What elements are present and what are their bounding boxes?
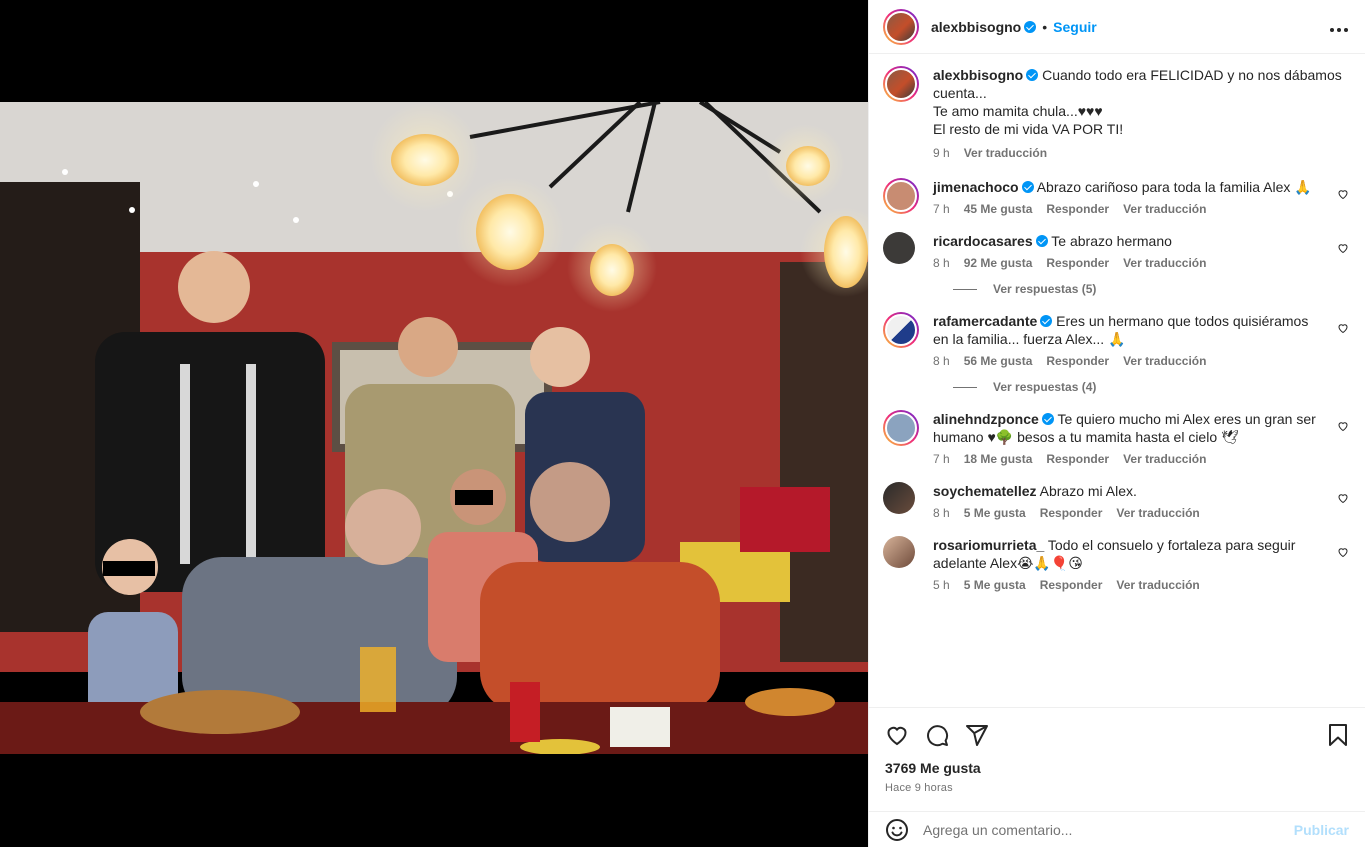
comment-time[interactable]: 8 h xyxy=(933,254,950,272)
reply-button[interactable]: Responder xyxy=(1046,450,1109,468)
commenter-avatar[interactable] xyxy=(883,482,915,514)
comment-time[interactable]: 8 h xyxy=(933,352,950,370)
commenter-avatar[interactable] xyxy=(883,232,915,264)
emoji-icon[interactable] xyxy=(885,818,909,842)
commenter-avatar[interactable] xyxy=(883,536,915,568)
publish-button[interactable]: Publicar xyxy=(1294,822,1349,838)
caption-line: Te amo mamita chula...♥♥♥ xyxy=(933,103,1103,119)
reply-button[interactable]: Responder xyxy=(1046,254,1109,272)
like-comment-heart-icon[interactable] xyxy=(1337,322,1349,334)
comments-list[interactable]: alexbbisogno Cuando todo era FELICIDAD y… xyxy=(869,54,1365,707)
translate-link[interactable]: Ver traducción xyxy=(1116,504,1199,522)
caption-author-avatar[interactable] xyxy=(883,66,919,102)
replies-divider xyxy=(953,288,977,290)
view-replies-button[interactable]: Ver respuestas (4) xyxy=(953,380,1349,394)
likes-count[interactable]: 3769 Me gusta xyxy=(885,760,1349,776)
like-comment-heart-icon[interactable] xyxy=(1337,242,1349,254)
comment-time[interactable]: 7 h xyxy=(933,450,950,468)
follow-button[interactable]: Seguir xyxy=(1053,19,1097,35)
post-photo[interactable] xyxy=(0,102,868,754)
family-photo-illustration xyxy=(0,102,868,754)
add-comment-bar: Publicar xyxy=(869,811,1365,847)
caption-translate-link[interactable]: Ver traducción xyxy=(964,144,1047,162)
media-pane xyxy=(0,0,868,847)
verified-badge-icon xyxy=(1041,413,1054,425)
commenter-username[interactable]: jimenachoco xyxy=(933,179,1019,195)
comment-item: rosariomurrieta_ Todo el consuelo y fort… xyxy=(883,536,1349,594)
comment-time[interactable]: 5 h xyxy=(933,576,950,594)
send-icon[interactable] xyxy=(965,723,989,747)
like-comment-heart-icon[interactable] xyxy=(1337,546,1349,558)
reply-button[interactable]: Responder xyxy=(1046,352,1109,370)
commenter-username[interactable]: ricardocasares xyxy=(933,233,1033,249)
view-replies-label[interactable]: Ver respuestas (5) xyxy=(993,282,1096,296)
translate-link[interactable]: Ver traducción xyxy=(1123,450,1206,468)
comment-icon[interactable] xyxy=(925,723,949,747)
verified-badge-icon xyxy=(1026,69,1039,81)
more-options-icon[interactable] xyxy=(1329,17,1349,37)
like-comment-heart-icon[interactable] xyxy=(1337,188,1349,200)
post-actions: 3769 Me gusta Hace 9 horas xyxy=(869,707,1365,794)
translate-link[interactable]: Ver traducción xyxy=(1123,352,1206,370)
author-username[interactable]: alexbbisogno xyxy=(931,19,1021,35)
reply-button[interactable]: Responder xyxy=(1046,200,1109,218)
commenter-username[interactable]: alinehndzponce xyxy=(933,411,1039,427)
comment-time[interactable]: 7 h xyxy=(933,200,950,218)
comment-item: alinehndzponce Te quiero mucho mi Alex e… xyxy=(883,410,1349,468)
caption-time[interactable]: 9 h xyxy=(933,144,950,162)
verified-badge-icon xyxy=(1035,235,1048,247)
comment-text: Te abrazo hermano xyxy=(1051,233,1172,249)
post-caption: alexbbisogno Cuando todo era FELICIDAD y… xyxy=(883,66,1349,162)
verified-badge-icon xyxy=(1024,20,1037,33)
comment-text: Abrazo cariñoso para toda la familia Ale… xyxy=(1036,179,1312,195)
comment-likes[interactable]: 45 Me gusta xyxy=(964,200,1033,218)
comment-likes[interactable]: 18 Me gusta xyxy=(964,450,1033,468)
comment-item: soychematellez Abrazo mi Alex. 8 h 5 Me … xyxy=(883,482,1349,522)
caption-line: El resto de mi vida VA POR TI! xyxy=(933,121,1124,137)
translate-link[interactable]: Ver traducción xyxy=(1123,254,1206,272)
view-replies-label[interactable]: Ver respuestas (4) xyxy=(993,380,1096,394)
bookmark-icon[interactable] xyxy=(1327,723,1349,747)
comment-likes[interactable]: 5 Me gusta xyxy=(964,504,1026,522)
view-replies-button[interactable]: Ver respuestas (5) xyxy=(953,282,1349,296)
comment-item: rafamercadante Eres un hermano que todos… xyxy=(883,312,1349,370)
translate-link[interactable]: Ver traducción xyxy=(1116,576,1199,594)
commenter-avatar[interactable] xyxy=(883,178,919,214)
comment-item: ricardocasares Te abrazo hermano 8 h 92 … xyxy=(883,232,1349,272)
dot-separator: • xyxy=(1042,18,1048,35)
commenter-username[interactable]: soychematellez xyxy=(933,483,1037,499)
commenter-avatar[interactable] xyxy=(883,312,919,348)
comment-input[interactable] xyxy=(923,821,1294,838)
commenter-username[interactable]: rafamercadante xyxy=(933,313,1037,329)
like-comment-heart-icon[interactable] xyxy=(1337,492,1349,504)
comment-time[interactable]: 8 h xyxy=(933,504,950,522)
like-comment-heart-icon[interactable] xyxy=(1337,420,1349,432)
reply-button[interactable]: Responder xyxy=(1040,504,1103,522)
comment-likes[interactable]: 92 Me gusta xyxy=(964,254,1033,272)
comment-item: jimenachoco Abrazo cariñoso para toda la… xyxy=(883,178,1349,218)
author-avatar[interactable] xyxy=(883,8,919,45)
caption-text: alexbbisogno Cuando todo era FELICIDAD y… xyxy=(933,66,1349,138)
translate-link[interactable]: Ver traducción xyxy=(1123,200,1206,218)
post-timestamp: Hace 9 horas xyxy=(885,782,953,794)
commenter-username[interactable]: rosariomurrieta_ xyxy=(933,537,1044,553)
caption-author[interactable]: alexbbisogno xyxy=(933,67,1023,83)
commenter-avatar[interactable] xyxy=(883,410,919,446)
post-header: alexbbisogno • Seguir xyxy=(869,0,1365,54)
comment-likes[interactable]: 5 Me gusta xyxy=(964,576,1026,594)
heart-icon[interactable] xyxy=(885,723,909,747)
comment-likes[interactable]: 56 Me gusta xyxy=(964,352,1033,370)
comment-text: Abrazo mi Alex. xyxy=(1039,483,1137,499)
replies-divider xyxy=(953,386,977,388)
verified-badge-icon xyxy=(1040,315,1053,327)
reply-button[interactable]: Responder xyxy=(1040,576,1103,594)
post-sidebar: alexbbisogno • Seguir alexbbisogno Cuand… xyxy=(868,0,1365,847)
verified-badge-icon xyxy=(1021,181,1034,193)
